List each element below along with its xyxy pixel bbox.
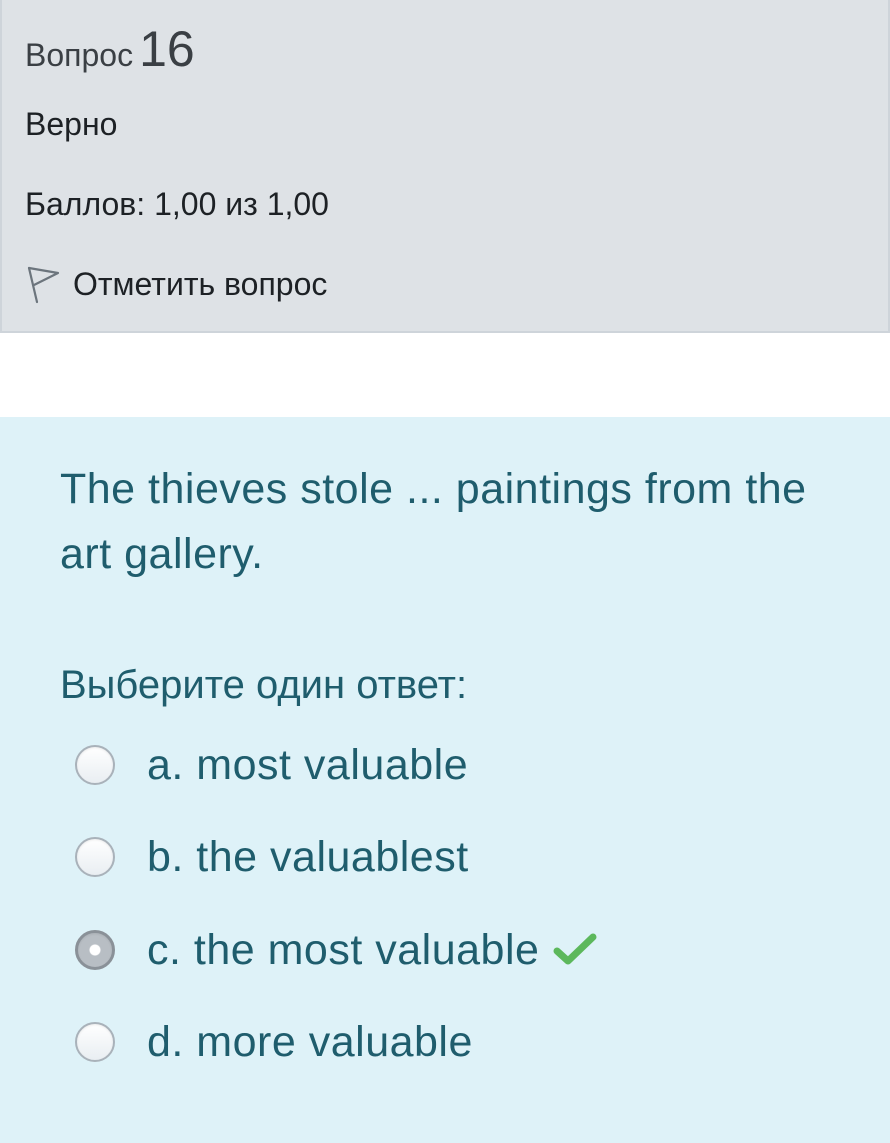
radio-button[interactable] [75, 745, 115, 785]
answer-label: c. the most valuable [147, 925, 540, 974]
question-number-value: 16 [139, 21, 195, 77]
answer-option-b[interactable]: b. the valuablest [75, 827, 469, 887]
flag-question-label: Отметить вопрос [73, 265, 328, 302]
flag-outline-icon [27, 266, 60, 304]
answer-option-a[interactable]: a. most valuable [75, 735, 468, 795]
question-state: Верно [25, 106, 118, 142]
radio-button[interactable] [75, 837, 115, 877]
question-number: Вопрос 16 [25, 20, 195, 78]
question-grade: Баллов: 1,00 из 1,00 [25, 186, 329, 222]
question-word: Вопрос [25, 37, 134, 73]
answer-label: a. most valuable [147, 740, 469, 789]
radio-button[interactable] [75, 1022, 115, 1062]
answer-prompt: Выберите один ответ: [60, 663, 468, 707]
answer-option-d[interactable]: d. more valuable [75, 1012, 473, 1072]
question-text: The thieves stole ... paintings from the… [60, 465, 807, 578]
flag-question-link[interactable]: Отметить вопрос [25, 262, 327, 306]
answer-label: d. more valuable [147, 1017, 473, 1066]
answer-label: b. the valuablest [147, 832, 469, 881]
radio-button-selected[interactable] [75, 930, 115, 970]
checkmark-icon [553, 933, 597, 965]
answer-option-c[interactable]: c. the most valuable [75, 920, 597, 980]
